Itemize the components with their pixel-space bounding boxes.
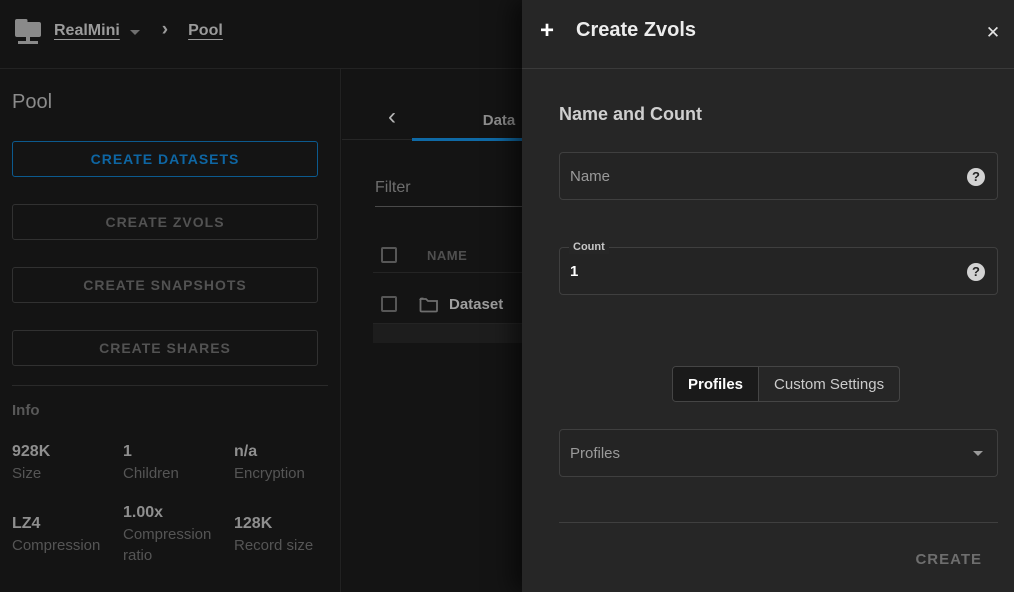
- stat-encryption: n/a Encryption: [234, 441, 345, 484]
- pool-title: Pool: [12, 91, 52, 114]
- name-input[interactable]: [570, 153, 957, 199]
- name-column-header: NAME: [427, 248, 467, 263]
- name-help-icon[interactable]: ?: [967, 168, 985, 186]
- stat-size-label: Size: [12, 463, 117, 484]
- profiles-select-label: Profiles: [570, 445, 620, 462]
- stat-encryption-label: Encryption: [234, 463, 339, 484]
- count-input[interactable]: [570, 248, 957, 294]
- stat-children: 1 Children: [123, 441, 234, 484]
- close-icon[interactable]: ✕: [978, 18, 1008, 48]
- stat-compression-label: Compression: [12, 535, 117, 556]
- count-help-icon[interactable]: ?: [967, 263, 985, 281]
- create-snapshots-button[interactable]: CREATE SNAPSHOTS: [12, 267, 318, 303]
- stat-record-size: 128K Record size: [234, 513, 345, 556]
- count-field: Count ?: [559, 247, 998, 295]
- filter-input[interactable]: [375, 175, 545, 207]
- stat-compression-ratio: 1.00x Compression ratio: [123, 502, 234, 566]
- stat-encryption-value: n/a: [234, 441, 339, 463]
- stat-size-value: 928K: [12, 441, 117, 463]
- create-datasets-button[interactable]: CREATE DATASETS: [12, 141, 318, 177]
- stat-record-size-value: 128K: [234, 513, 339, 535]
- dataset-row-name: Dataset: [449, 296, 503, 313]
- plus-icon: +: [540, 16, 554, 46]
- pool-sidebar: Pool CREATE DATASETS CREATE ZVOLS CREATE…: [0, 69, 341, 592]
- create-shares-button[interactable]: CREATE SHARES: [12, 330, 318, 366]
- stat-compression: LZ4 Compression: [12, 513, 123, 556]
- stat-record-size-label: Record size: [234, 535, 339, 556]
- sidebar-divider: [12, 385, 328, 386]
- info-section-title: Info: [12, 402, 40, 419]
- stat-compression-ratio-label: Compression ratio: [123, 524, 228, 566]
- name-and-count-heading: Name and Count: [559, 104, 702, 125]
- create-button[interactable]: CREATE: [899, 544, 998, 574]
- tab-profiles[interactable]: Profiles: [673, 367, 759, 401]
- stat-children-label: Children: [123, 463, 228, 484]
- app-screen: RealMini › Pool Pool CREATE DATASETS CRE…: [0, 0, 1014, 592]
- folder-icon: [419, 296, 439, 313]
- stat-children-value: 1: [123, 441, 228, 463]
- info-stats-row-1: 928K Size 1 Children n/a Encryption: [12, 441, 345, 484]
- breadcrumb: RealMini › Pool: [10, 14, 223, 48]
- drawer-title: Create Zvols: [576, 19, 696, 42]
- settings-mode-tabs: Profiles Custom Settings: [672, 366, 900, 402]
- row-checkbox[interactable]: [381, 296, 397, 312]
- breadcrumb-pool-link[interactable]: Pool: [188, 22, 223, 40]
- tab-custom-settings[interactable]: Custom Settings: [759, 367, 899, 401]
- info-stats-row-2: LZ4 Compression 1.00x Compression ratio …: [12, 502, 345, 566]
- system-storage-icon: [10, 14, 46, 48]
- profiles-select[interactable]: Profiles: [559, 429, 998, 477]
- back-arrow-button[interactable]: ‹: [378, 103, 406, 131]
- drawer-header: + Create Zvols ✕: [522, 0, 1014, 69]
- stat-compression-value: LZ4: [12, 513, 117, 535]
- stat-size: 928K Size: [12, 441, 123, 484]
- name-field: ?: [559, 152, 998, 200]
- chevron-down-icon[interactable]: [130, 30, 140, 35]
- breadcrumb-separator-icon: ›: [162, 19, 168, 41]
- filter-field: [375, 175, 545, 207]
- select-all-checkbox[interactable]: [381, 247, 397, 263]
- create-zvols-button[interactable]: CREATE ZVOLS: [12, 204, 318, 240]
- chevron-down-icon: [973, 451, 983, 456]
- breadcrumb-system-link[interactable]: RealMini: [54, 22, 120, 40]
- stat-compression-ratio-value: 1.00x: [123, 502, 228, 524]
- create-zvols-drawer: + Create Zvols ✕ Name and Count ? Count …: [522, 0, 1014, 592]
- drawer-footer-divider: [559, 522, 998, 523]
